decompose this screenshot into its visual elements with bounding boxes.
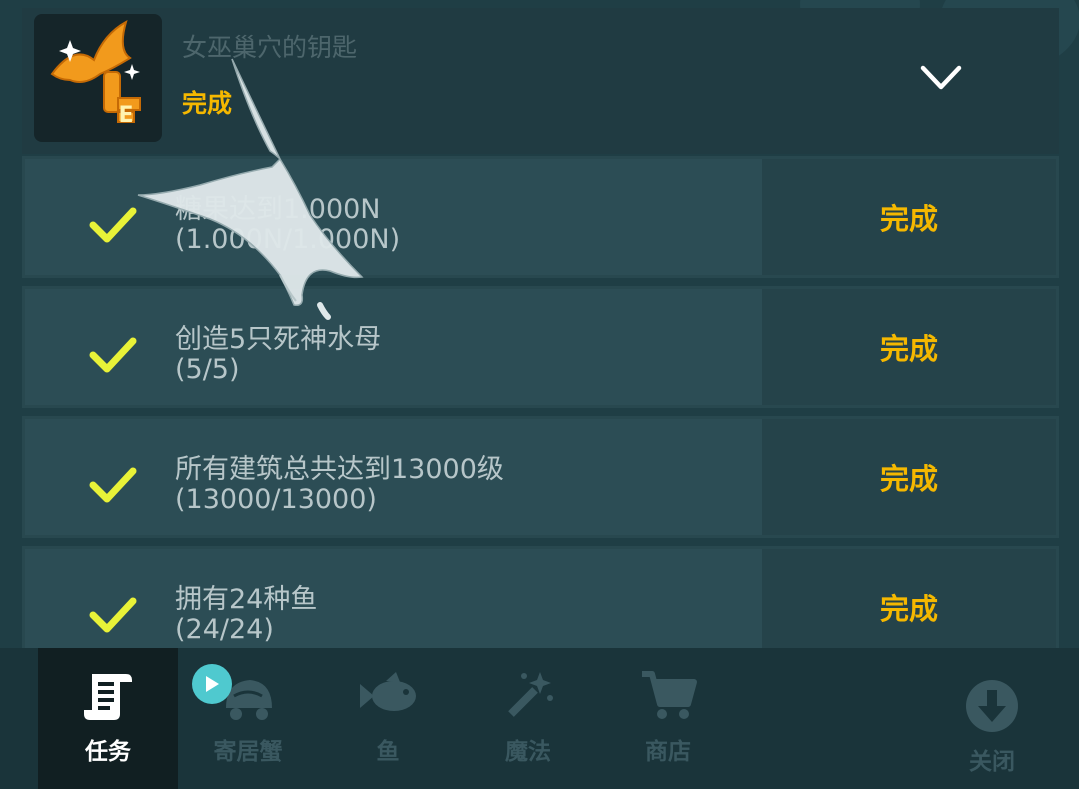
tab-label: 寄居蟹: [213, 739, 283, 765]
task-status-cell: 完成: [762, 549, 1056, 648]
scroll-icon: [84, 674, 132, 720]
tab-label: 鱼: [376, 739, 400, 765]
download-arrow-icon: [966, 680, 1018, 732]
task-progress: (5/5): [175, 354, 240, 385]
task-status: 完成: [879, 202, 938, 236]
task-list[interactable]: 糖果达到1.000N (1.000N/1.000N) 完成 创造5只死神水母 (…: [22, 156, 1059, 648]
play-video-button[interactable]: [192, 664, 232, 704]
tab-fish[interactable]: 鱼: [318, 648, 458, 789]
cart-icon: [642, 671, 697, 719]
task-status-cell: 完成: [762, 419, 1056, 535]
close-label: 关闭: [969, 749, 1015, 775]
task-row: 所有建筑总共达到13000级 (13000/13000) 完成: [22, 416, 1059, 538]
task-status: 完成: [879, 462, 938, 496]
close-button[interactable]: 关闭: [940, 648, 1044, 789]
quest-header[interactable]: E 女巫巢穴的钥匙 完成: [22, 8, 1059, 154]
check-icon: [89, 467, 137, 503]
tab-label: 商店: [645, 739, 691, 765]
tab-label: 魔法: [505, 739, 551, 765]
check-icon: [89, 207, 137, 243]
tab-magic[interactable]: 魔法: [458, 648, 598, 789]
task-status-cell: 完成: [762, 159, 1056, 275]
task-progress: (24/24): [175, 614, 274, 645]
task-name: 所有建筑总共达到13000级: [175, 454, 504, 485]
fish-icon: [360, 672, 416, 711]
task-row: 创造5只死神水母 (5/5) 完成: [22, 286, 1059, 408]
tab-shop[interactable]: 商店: [598, 648, 738, 789]
task-row: 拥有24种鱼 (24/24) 完成: [22, 546, 1059, 648]
check-icon: [89, 337, 137, 373]
tab-label: 任务: [85, 739, 131, 765]
task-status-cell: 完成: [762, 289, 1056, 405]
task-name: 糖果达到1.000N: [175, 194, 381, 225]
collapse-button[interactable]: [906, 48, 976, 108]
task-status: 完成: [879, 592, 938, 626]
task-progress: (1.000N/1.000N): [175, 224, 401, 255]
task-name: 拥有24种鱼: [175, 584, 318, 615]
chevron-down-icon: [920, 65, 962, 90]
quest-status: 完成: [182, 89, 233, 118]
quest-title: 女巫巢穴的钥匙: [182, 33, 358, 62]
play-icon: [206, 676, 219, 692]
task-name: 创造5只死神水母: [175, 324, 382, 355]
bat-key-icon: E: [34, 14, 162, 142]
magic-wand-icon: [508, 672, 553, 717]
check-icon: [89, 597, 137, 633]
tab-tasks[interactable]: 任务: [38, 648, 178, 789]
task-status: 完成: [879, 332, 938, 366]
task-progress: (13000/13000): [175, 484, 377, 515]
svg-text:E: E: [118, 103, 133, 128]
task-row: 糖果达到1.000N (1.000N/1.000N) 完成: [22, 156, 1059, 278]
